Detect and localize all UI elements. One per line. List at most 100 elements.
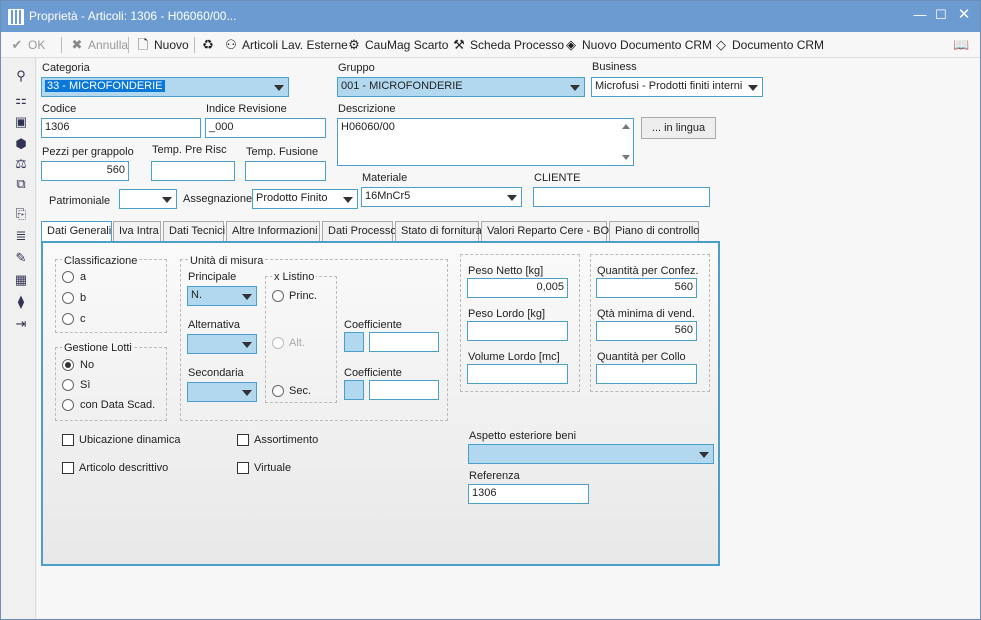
cliente-label: CLIENTE <box>534 172 581 184</box>
document-edit-icon[interactable]: ✎ <box>13 250 29 266</box>
title-bar[interactable]: Proprietà - Articoli: 1306 - H06060/00..… <box>1 1 980 32</box>
cliente-field[interactable] <box>533 187 710 207</box>
alternativa-combo[interactable] <box>187 334 257 354</box>
temp-fusione-field[interactable] <box>245 161 326 181</box>
folder-icon[interactable]: ▣ <box>13 114 29 130</box>
secondaria-label: Secondaria <box>188 367 244 379</box>
refresh-button[interactable]: ♻ <box>200 37 219 53</box>
listino-alt-label: Alt. <box>289 337 305 349</box>
book-button[interactable]: 📖 <box>953 37 972 53</box>
peso-netto-field[interactable]: 0,005 <box>467 278 568 298</box>
patrimoniale-combo[interactable] <box>119 189 177 209</box>
document-list-icon[interactable]: ≣ <box>13 228 29 244</box>
lotti-data-radio[interactable] <box>62 399 74 411</box>
scroll-up-icon[interactable] <box>622 124 630 129</box>
tab-dati-processo[interactable]: Dati Processo <box>322 221 396 241</box>
scheda-processo-button[interactable]: ⚒ Scheda Processo <box>451 37 564 53</box>
shield-icon[interactable]: ⬢ <box>13 136 29 152</box>
patrimoniale-label: Patrimoniale <box>49 195 111 207</box>
categoria-combo[interactable]: 33 - MICROFONDERIE <box>41 77 289 97</box>
materiale-combo[interactable]: 16MnCr5 <box>361 187 522 207</box>
ubicazione-dinamica-checkbox[interactable] <box>62 434 74 446</box>
gruppo-combo[interactable]: 001 - MICROFONDERIE <box>337 77 585 97</box>
indent-icon[interactable]: ⇥ <box>13 316 29 332</box>
tab-dati-generali[interactable]: Dati Generali <box>41 221 112 242</box>
referenza-field[interactable]: 1306 <box>468 484 589 504</box>
ok-button[interactable]: ✔ OK <box>9 37 46 53</box>
principale-combo[interactable]: N. <box>187 286 257 306</box>
close-button[interactable]: ✕ <box>956 7 972 23</box>
pezzi-grappolo-field[interactable]: 560 <box>41 161 129 181</box>
articolo-descrittivo-label: Articolo descrittivo <box>79 462 169 474</box>
secondaria-combo[interactable] <box>187 382 257 402</box>
peso-lordo-field[interactable] <box>467 321 568 341</box>
peso-lordo-label: Peso Lordo [kg] <box>468 308 546 320</box>
tab-valori-reparto-cere[interactable]: Valori Reparto Cere - BO <box>481 221 609 241</box>
temp-pre-risc-field[interactable] <box>151 161 235 181</box>
class-c-label: c <box>80 313 86 325</box>
articolo-descrittivo-checkbox[interactable] <box>62 462 74 474</box>
qta-collo-field[interactable] <box>596 364 697 384</box>
class-b-radio[interactable] <box>62 292 74 304</box>
listino-sec-radio[interactable] <box>272 385 284 397</box>
coefficiente-swatch-2[interactable] <box>344 380 364 400</box>
nuovo-button[interactable]: 🗋 Nuovo <box>135 37 189 53</box>
process-icon: ⚒ <box>453 37 465 52</box>
tab-dati-tecnici[interactable]: Dati Tecnici <box>163 221 225 241</box>
volume-lordo-label: Volume Lordo [mc] <box>468 351 560 363</box>
volume-lordo-field[interactable] <box>467 364 568 384</box>
minimize-button[interactable]: — <box>912 7 928 23</box>
aspetto-combo[interactable] <box>468 444 714 464</box>
virtuale-checkbox[interactable] <box>237 462 249 474</box>
scroll-down-icon[interactable] <box>622 155 630 160</box>
tab-piano-controllo[interactable]: Piano di controllo <box>609 221 699 241</box>
new-doc-icon: 🗋 <box>137 37 149 52</box>
alternativa-label: Alternativa <box>188 319 240 331</box>
business-combo[interactable]: Microfusi - Prodotti finiti interni <box>591 77 763 97</box>
listino-alt-radio[interactable] <box>272 337 284 349</box>
coefficiente-field-2[interactable] <box>369 380 439 400</box>
virtuale-label: Virtuale <box>254 462 292 474</box>
class-c-radio[interactable] <box>62 313 74 325</box>
tree-icon[interactable]: ⚖ <box>13 156 29 172</box>
documento-crm-button[interactable]: ◇ Documento CRM <box>713 37 824 53</box>
annulla-button[interactable]: ✖ Annulla <box>69 37 128 53</box>
coefficiente-field-1[interactable] <box>369 332 439 352</box>
tab-iva-intra[interactable]: Iva Intra <box>113 221 161 241</box>
nuovo-documento-crm-button[interactable]: ◈ Nuovo Documento CRM <box>563 37 712 53</box>
hierarchy-icon: ⚇ <box>225 37 237 52</box>
principale-label: Principale <box>188 271 237 283</box>
coefficiente-swatch-1[interactable] <box>344 332 364 352</box>
gruppo-label: Gruppo <box>338 62 375 74</box>
caumag-scarto-button[interactable]: ⚙ CauMag Scarto <box>346 37 448 53</box>
class-a-radio[interactable] <box>62 271 74 283</box>
tab-altre-informazioni[interactable]: Altre Informazioni <box>226 221 320 241</box>
in-lingua-button[interactable]: ... in lingua <box>641 117 716 139</box>
lotti-no-radio[interactable] <box>62 359 74 371</box>
categoria-label: Categoria <box>42 62 90 74</box>
assortimento-checkbox[interactable] <box>237 434 249 446</box>
maximize-button[interactable]: ☐ <box>933 7 949 23</box>
layers-icon[interactable]: ⧫ <box>13 294 29 310</box>
chevron-down-icon <box>699 452 709 458</box>
qta-confez-field[interactable]: 560 <box>596 278 697 298</box>
hierarchy-icon[interactable]: ⚏ <box>13 92 29 108</box>
lotti-si-radio[interactable] <box>62 379 74 391</box>
search-icon[interactable]: ⚲ <box>13 68 29 84</box>
classificazione-title: Classificazione <box>62 255 140 267</box>
documents-icon[interactable]: ⎘ <box>13 206 29 222</box>
assegnazione-combo[interactable]: Prodotto Finito <box>252 189 358 209</box>
tab-stato-fornitura[interactable]: Stato di fornitura <box>395 221 482 241</box>
descrizione-textarea[interactable]: H06060/00 <box>337 118 634 166</box>
indice-revisione-field[interactable]: _000 <box>205 118 326 138</box>
descrizione-label: Descrizione <box>338 103 396 115</box>
articoli-lav-esterne-button[interactable]: ⚇ Articoli Lav. Esterne <box>223 37 348 53</box>
listino-princ-radio[interactable] <box>272 290 284 302</box>
copy-icon[interactable]: ⧉ <box>13 176 29 192</box>
separator <box>194 37 195 53</box>
codice-field[interactable]: 1306 <box>41 118 201 138</box>
table-icon[interactable]: ▦ <box>13 272 29 288</box>
materiale-label: Materiale <box>362 172 408 184</box>
qta-confez-label: Quantità per Confez. <box>597 265 699 277</box>
qta-minima-field[interactable]: 560 <box>596 321 697 341</box>
